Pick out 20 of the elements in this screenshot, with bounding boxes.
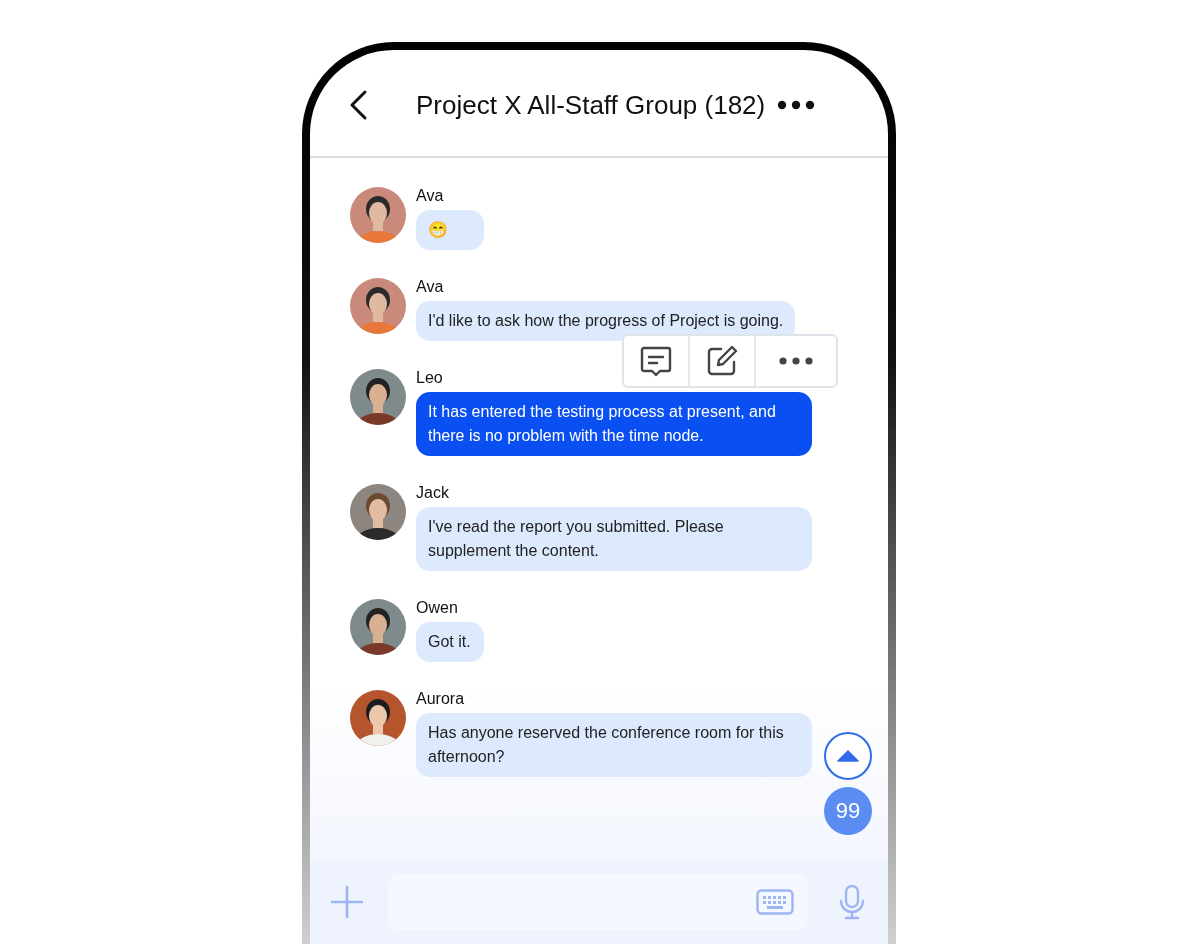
sender-name: Leo	[416, 368, 443, 388]
scroll-up-button[interactable]	[824, 732, 872, 780]
sender-name: Ava	[416, 186, 444, 206]
more-icon	[779, 357, 813, 365]
edit-icon	[705, 344, 739, 378]
more-icon[interactable]	[777, 100, 816, 110]
sender-name: Aurora	[416, 689, 465, 709]
message-bubble[interactable]: I've read the report you submitted. Please supplement the content.	[416, 507, 812, 571]
back-icon[interactable]	[348, 89, 368, 121]
message-bubble[interactable]: Has anyone reserved the conference room for this afternoon?	[416, 713, 812, 777]
message-bubble[interactable]: It has entered the testing process at present, and there is no problem with the time node.	[416, 392, 812, 456]
message-bubble[interactable]: I'd like to ask how the progress of Project is going.	[416, 301, 796, 341]
sender-name: Jack	[416, 483, 449, 503]
message-bubble[interactable]: Got it.	[416, 622, 484, 662]
sender-name: Owen	[416, 598, 458, 618]
up-triangle-icon	[837, 750, 859, 762]
sender-name: Ava	[416, 277, 444, 297]
chat-title: Project X All-Staff Group (182)	[416, 89, 766, 121]
comment-icon	[639, 344, 673, 378]
message-input-field[interactable]	[388, 874, 808, 930]
